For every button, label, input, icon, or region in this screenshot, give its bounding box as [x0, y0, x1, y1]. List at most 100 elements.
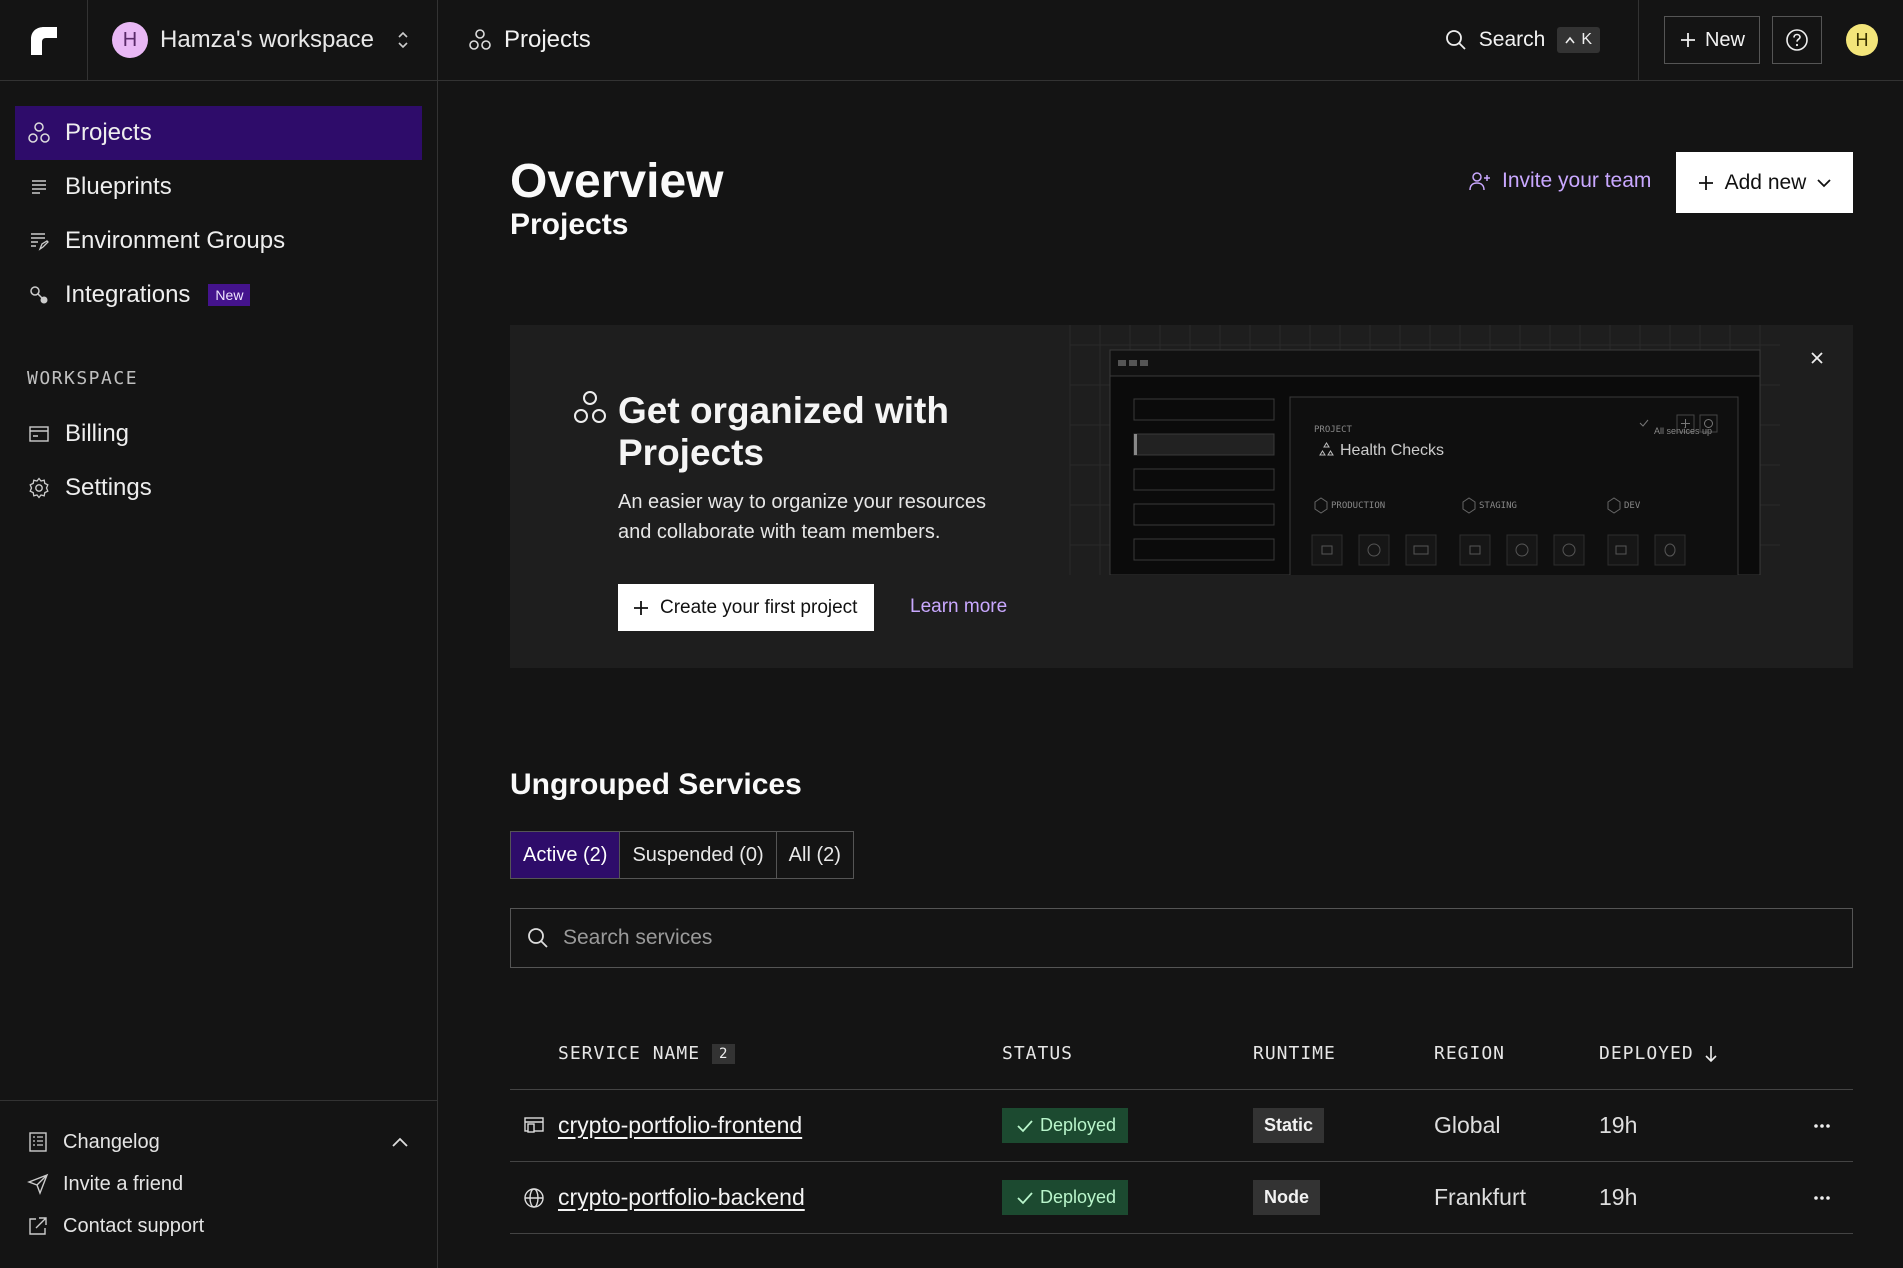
- runtime-badge: Node: [1253, 1180, 1320, 1215]
- status-label: Deployed: [1040, 1187, 1117, 1207]
- workspace-section-label: WORKSPACE: [27, 368, 139, 389]
- deployed-cell: 19h: [1599, 1112, 1638, 1138]
- integrations-icon: [30, 286, 48, 304]
- header-service-name[interactable]: SERVICE NAME 2: [510, 1043, 1002, 1064]
- header-deployed-label: DEPLOYED: [1599, 1043, 1694, 1064]
- runtime-cell: Node: [1253, 1180, 1434, 1215]
- help-button[interactable]: [1772, 16, 1822, 64]
- plus-icon: [634, 600, 648, 615]
- search-shortcut-key: K: [1581, 31, 1592, 48]
- ungrouped-services-heading: Ungrouped Services: [510, 768, 802, 801]
- table-row: crypto-portfolio-frontend Deployed Stati…: [510, 1090, 1853, 1162]
- service-link[interactable]: crypto-portfolio-frontend: [558, 1112, 802, 1139]
- region-cell: Frankfurt: [1434, 1184, 1527, 1210]
- add-new-label: Add new: [1724, 170, 1807, 194]
- contact-support-link[interactable]: Contact support: [27, 1205, 409, 1247]
- preview-env-staging: STAGING: [1479, 501, 1517, 511]
- table-row: crypto-portfolio-backend Deployed Node F…: [510, 1162, 1853, 1234]
- invite-friend-link[interactable]: Invite a friend: [27, 1163, 409, 1205]
- workspace-nav: Billing Settings: [0, 407, 437, 515]
- changelog-label: Changelog: [63, 1130, 160, 1153]
- tab-all[interactable]: All (2): [777, 832, 853, 878]
- service-link[interactable]: crypto-portfolio-backend: [558, 1184, 805, 1211]
- add-new-button[interactable]: Add new: [1676, 152, 1853, 213]
- breadcrumb-projects[interactable]: Projects: [504, 26, 591, 54]
- sidebar-item-environment-groups[interactable]: Environment Groups: [15, 214, 422, 268]
- search-services-input[interactable]: [563, 926, 1763, 950]
- plus-icon: [1680, 33, 1695, 47]
- service-search-box: [510, 908, 1853, 968]
- status-badge: Deployed: [1002, 1108, 1129, 1143]
- render-logo[interactable]: [0, 0, 88, 80]
- sidebar-item-projects[interactable]: Projects: [15, 106, 422, 160]
- sidebar-item-settings[interactable]: Settings: [15, 461, 422, 515]
- header-status[interactable]: STATUS: [1002, 1043, 1253, 1064]
- contact-support-label: Contact support: [63, 1214, 205, 1237]
- create-first-project-button[interactable]: Create your first project: [618, 584, 874, 631]
- service-count-badge: 2: [712, 1043, 736, 1064]
- blueprints-icon: [32, 180, 46, 194]
- promo-description: An easier way to organize your resources…: [618, 491, 986, 543]
- services-table: SERVICE NAME 2 STATUS RUNTIME REGION DEP…: [510, 1018, 1853, 1234]
- sidebar-item-billing[interactable]: Billing: [15, 407, 422, 461]
- learn-more-link[interactable]: Learn more: [910, 596, 1007, 618]
- invite-friend-label: Invite a friend: [63, 1172, 184, 1195]
- preview-project-label: PROJECT: [1314, 425, 1352, 435]
- service-filter-tabs: Active (2) Suspended (0) All (2): [510, 831, 854, 879]
- user-avatar[interactable]: H: [1846, 24, 1878, 56]
- chevron-up-icon[interactable]: [391, 1136, 409, 1148]
- global-search-button[interactable]: Search K: [1425, 0, 1639, 80]
- service-name-cell: crypto-portfolio-frontend: [510, 1112, 1002, 1139]
- sidebar: Projects Blueprints Environment Groups I…: [0, 81, 438, 1268]
- sidebar-item-blueprints[interactable]: Blueprints: [15, 160, 422, 214]
- sidebar-item-label: Projects: [65, 119, 152, 146]
- globe-icon: [524, 1187, 544, 1208]
- invite-team-button[interactable]: Invite your team: [1468, 169, 1651, 193]
- status-label: Deployed: [1040, 1115, 1117, 1135]
- billing-icon: [29, 426, 49, 442]
- env-groups-icon: [31, 233, 49, 251]
- sidebar-item-label: Environment Groups: [65, 227, 286, 254]
- preview-env-dev: DEV: [1624, 501, 1641, 511]
- preview-env-production: PRODUCTION: [1331, 501, 1386, 511]
- search-icon: [1445, 30, 1466, 50]
- new-button-label: New: [1704, 28, 1745, 51]
- status-badge: Deployed: [1002, 1180, 1129, 1215]
- sidebar-item-label: Blueprints: [65, 173, 172, 200]
- sidebar-item-label: Settings: [65, 474, 152, 501]
- add-user-icon: [1469, 172, 1490, 191]
- send-icon: [27, 1173, 49, 1195]
- search-icon: [528, 928, 548, 948]
- external-link-icon: [29, 1217, 47, 1235]
- row-menu-button[interactable]: [1813, 1123, 1853, 1129]
- region-cell: Global: [1434, 1112, 1501, 1138]
- workspace-switcher[interactable]: H Hamza's workspace: [88, 0, 438, 80]
- header-region[interactable]: REGION: [1434, 1043, 1599, 1064]
- preview-status: All services up: [1654, 426, 1713, 436]
- help-icon: [1786, 29, 1808, 51]
- invite-team-label: Invite your team: [1502, 169, 1652, 192]
- page-title: Overview: [510, 155, 724, 208]
- runtime-cell: Static: [1253, 1108, 1434, 1143]
- tab-active[interactable]: Active (2): [511, 832, 621, 878]
- runtime-badge: Static: [1253, 1108, 1325, 1143]
- row-menu-button[interactable]: [1813, 1195, 1853, 1201]
- static-site-icon: [524, 1116, 544, 1133]
- service-name-cell: crypto-portfolio-backend: [510, 1184, 1002, 1211]
- sidebar-item-integrations[interactable]: Integrations New: [15, 268, 422, 322]
- changelog-link[interactable]: Changelog: [27, 1121, 409, 1163]
- new-button[interactable]: New: [1663, 16, 1760, 64]
- header-deployed[interactable]: DEPLOYED: [1599, 1043, 1813, 1064]
- sidebar-footer: Changelog Invite a friend Contact suppor…: [0, 1100, 437, 1268]
- close-icon[interactable]: [1808, 349, 1826, 367]
- search-label: Search: [1478, 28, 1546, 51]
- tab-suspended[interactable]: Suspended (0): [620, 832, 777, 878]
- table-header: SERVICE NAME 2 STATUS RUNTIME REGION DEP…: [510, 1018, 1853, 1090]
- main-content: Overview Invite your team Add new Projec…: [438, 81, 1903, 1268]
- breadcrumb: Projects: [438, 0, 1425, 80]
- check-icon: [1017, 1119, 1033, 1132]
- new-badge: New: [208, 284, 251, 306]
- sidebar-item-label: Integrations: [65, 281, 191, 308]
- header-runtime[interactable]: RUNTIME: [1253, 1043, 1434, 1064]
- workspace-name: Hamza's workspace: [160, 26, 374, 53]
